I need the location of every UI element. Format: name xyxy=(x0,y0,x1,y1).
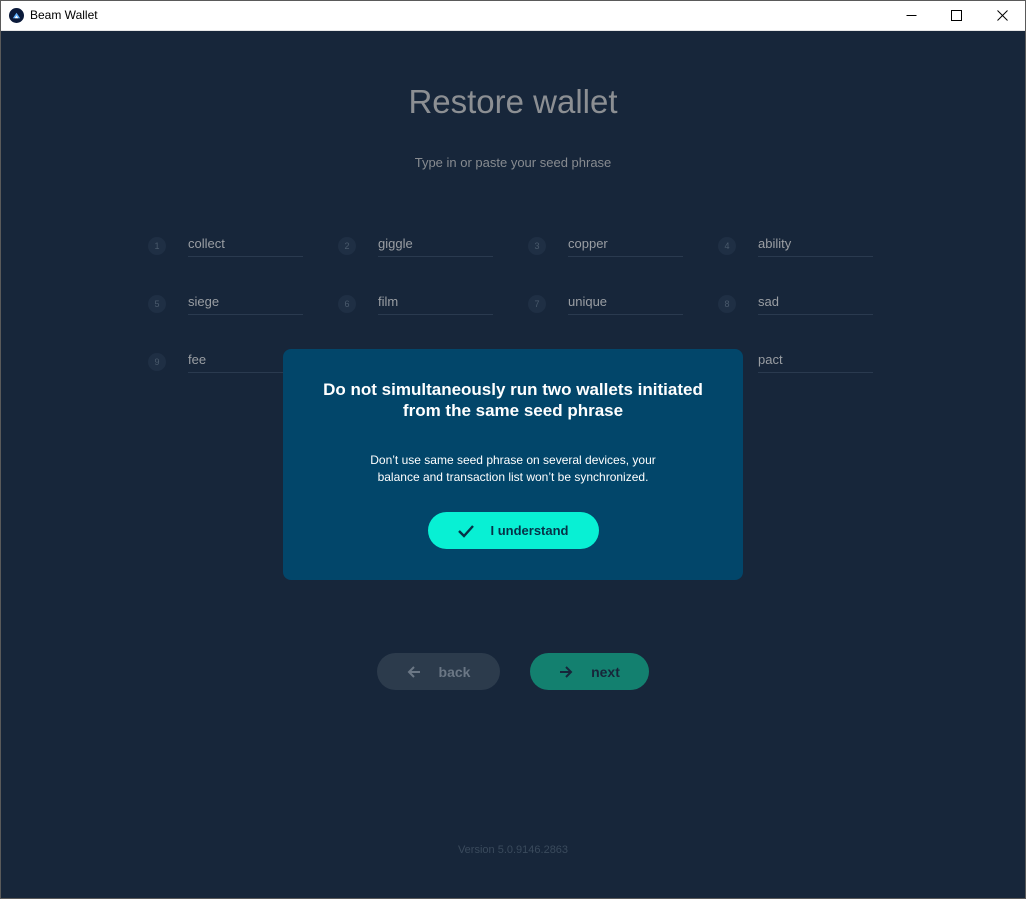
seed-word-input[interactable]: giggle xyxy=(378,234,493,257)
seed-word-input[interactable]: copper xyxy=(568,234,683,257)
seed-word-number: 2 xyxy=(338,237,356,255)
seed-word-input[interactable]: unique xyxy=(568,292,683,315)
seed-word-input[interactable]: siege xyxy=(188,292,303,315)
i-understand-button[interactable]: I understand xyxy=(428,512,599,549)
seed-word-7: 7 unique xyxy=(528,292,688,320)
back-button-label: back xyxy=(438,663,471,680)
seed-word-number: 6 xyxy=(338,295,356,313)
seed-word-input[interactable]: pact xyxy=(758,350,873,373)
seed-word-number: 3 xyxy=(528,237,546,255)
seed-word-input[interactable]: ability xyxy=(758,234,873,257)
dialog-title-line: from the same seed phrase xyxy=(402,401,624,420)
seed-word-3: 3 copper xyxy=(528,234,688,262)
seed-warning-dialog: Do not simultaneously run two wallets in… xyxy=(283,349,743,580)
arrow-left-icon xyxy=(407,665,420,678)
close-button[interactable] xyxy=(979,0,1025,30)
maximize-button[interactable] xyxy=(933,0,979,30)
arrow-right-icon xyxy=(560,665,573,678)
dialog-title: Do not simultaneously run two wallets in… xyxy=(303,379,723,421)
minimize-icon xyxy=(906,14,916,16)
seed-word-number: 8 xyxy=(718,295,736,313)
seed-word-input[interactable]: film xyxy=(378,292,493,315)
seed-word-number: 1 xyxy=(148,237,166,255)
seed-word-number: 4 xyxy=(718,237,736,255)
beam-logo-icon xyxy=(9,8,24,23)
window-title: Beam Wallet xyxy=(30,8,98,22)
dialog-message: Don’t use same seed phrase on several de… xyxy=(303,452,723,486)
seed-word-6: 6 film xyxy=(338,292,498,320)
i-understand-label: I understand xyxy=(490,523,569,538)
dialog-message-line: balance and transaction list won’t be sy… xyxy=(377,470,649,484)
seed-word-number: 9 xyxy=(148,353,166,371)
back-button[interactable]: back xyxy=(377,653,500,690)
version-label: Version 5.0.9146.2863 xyxy=(457,844,569,856)
seed-word-number: 5 xyxy=(148,295,166,313)
maximize-icon xyxy=(950,9,962,21)
seed-word-1: 1 collect xyxy=(148,234,308,262)
dialog-title-line: Do not simultaneously run two wallets in… xyxy=(323,380,703,399)
checkmark-icon xyxy=(458,524,475,538)
next-button-label: next xyxy=(591,663,620,680)
dialog-message-line: Don’t use same seed phrase on several de… xyxy=(370,453,656,467)
page-title: Restore wallet xyxy=(408,83,618,120)
page-subtitle: Type in or paste your seed phrase xyxy=(414,155,612,170)
window-titlebar: Beam Wallet xyxy=(0,0,1026,31)
seed-word-input[interactable]: sad xyxy=(758,292,873,315)
seed-word-input[interactable]: collect xyxy=(188,234,303,257)
next-button[interactable]: next xyxy=(530,653,649,690)
close-icon xyxy=(996,9,1008,21)
minimize-button[interactable] xyxy=(888,0,934,30)
seed-word-2: 2 giggle xyxy=(338,234,498,262)
seed-word-4: 4 ability xyxy=(718,234,878,262)
seed-word-8: 8 sad xyxy=(718,292,878,320)
restore-wallet-screen: Restore wallet Type in or paste your see… xyxy=(1,31,1025,898)
seed-word-5: 5 siege xyxy=(148,292,308,320)
seed-word-number: 7 xyxy=(528,295,546,313)
